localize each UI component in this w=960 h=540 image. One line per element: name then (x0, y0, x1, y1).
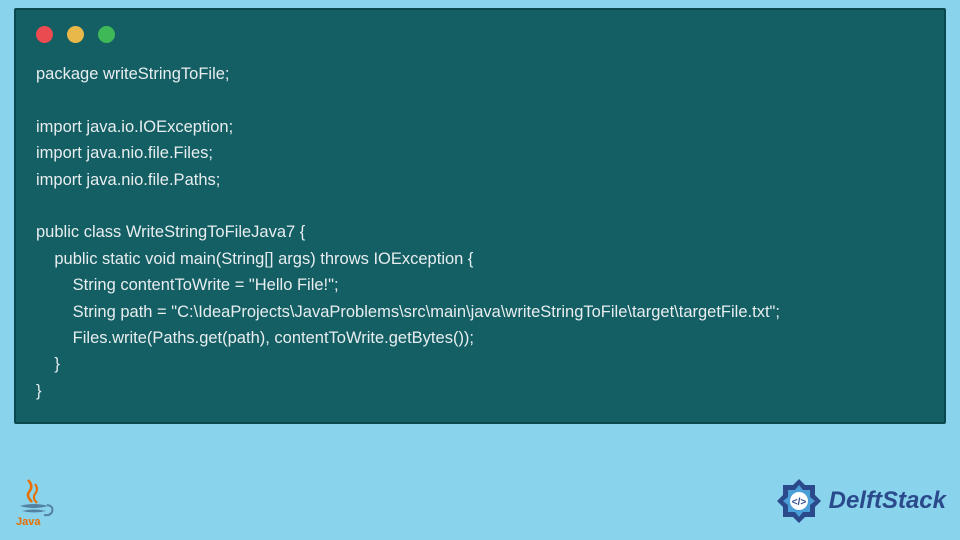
window-close-icon[interactable] (36, 26, 53, 43)
footer: Java </> DelftStack (14, 472, 946, 530)
delftstack-text: DelftStack (829, 487, 946, 515)
delftstack-icon: </> (775, 477, 823, 525)
svg-text:Java: Java (16, 516, 41, 526)
window-controls (36, 26, 924, 43)
delftstack-logo: </> DelftStack (775, 477, 946, 525)
svg-text:</>: </> (791, 497, 806, 508)
code-block: package writeStringToFile; import java.i… (36, 61, 924, 404)
window-minimize-icon[interactable] (67, 26, 84, 43)
window-maximize-icon[interactable] (98, 26, 115, 43)
code-window: package writeStringToFile; import java.i… (14, 8, 946, 424)
java-icon: Java (14, 476, 54, 526)
java-logo: Java (14, 476, 54, 526)
